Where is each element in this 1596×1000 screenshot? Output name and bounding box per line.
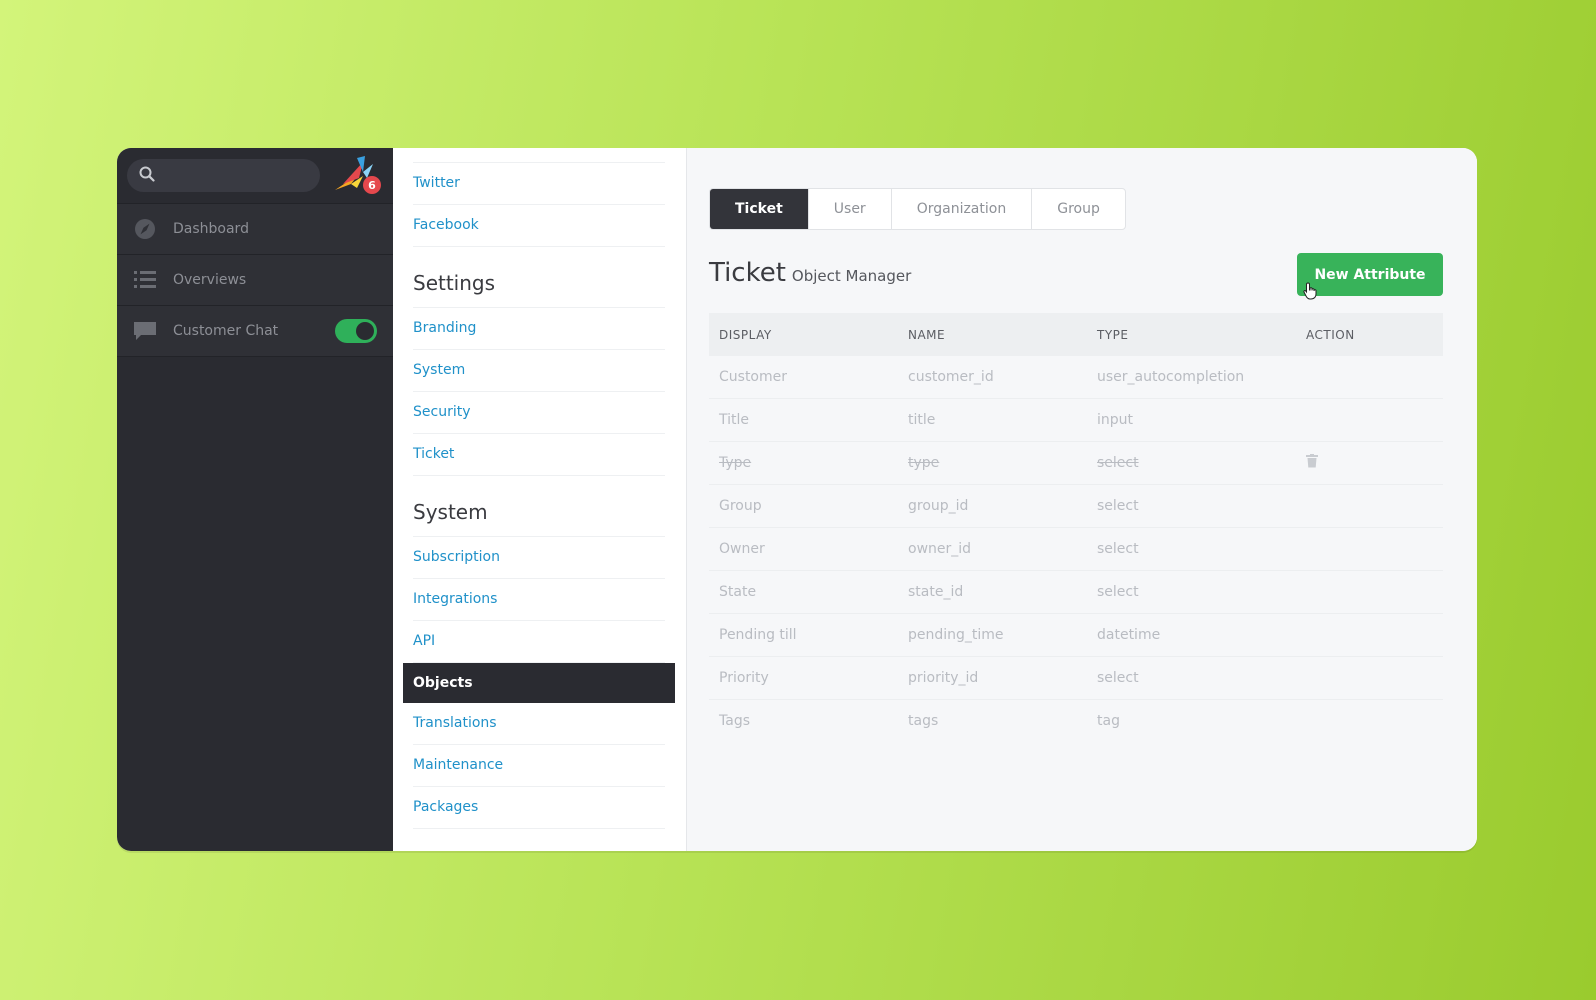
nav-item-overviews[interactable]: Overviews [117, 255, 393, 306]
settings-link-translations[interactable]: Translations [413, 703, 665, 745]
cell-display: Tags [719, 713, 750, 729]
tab-user[interactable]: User [807, 189, 891, 229]
cell-type: tag [1097, 713, 1120, 729]
table-row[interactable]: Title title input [709, 398, 1443, 442]
dashboard-icon [133, 217, 157, 241]
cell-display: State [709, 570, 898, 614]
cell-action [1296, 700, 1443, 743]
table-header-row: DISPLAY NAME TYPE ACTION [709, 313, 1443, 356]
table-row[interactable]: Type type select [709, 441, 1443, 485]
column-header-name[interactable]: NAME [898, 313, 1087, 356]
settings-link-ticket[interactable]: Ticket [413, 434, 665, 476]
cell-type: select [1087, 527, 1296, 571]
table-row[interactable]: Group group_id select [709, 484, 1443, 528]
settings-link-subscription[interactable]: Subscription [413, 537, 665, 579]
cell-type: select [1087, 441, 1296, 485]
cell-type: select [1087, 656, 1296, 700]
settings-link-security[interactable]: Security [413, 392, 665, 434]
settings-link-system[interactable]: System [413, 350, 665, 392]
table-row[interactable]: State state_id select [709, 570, 1443, 614]
search-input[interactable] [127, 159, 320, 192]
cell-action [1296, 570, 1443, 614]
table-row[interactable]: Customer customer_id user_autocompletion [709, 356, 1443, 399]
column-header-type[interactable]: TYPE [1087, 313, 1296, 356]
chat-icon [133, 319, 157, 343]
settings-link-api[interactable]: API [413, 621, 665, 663]
main-navigation: 6 Dashboard Overviews Customer Chat [117, 148, 393, 851]
settings-heading: Settings [413, 247, 665, 308]
column-header-action: ACTION [1306, 327, 1355, 342]
list-icon [133, 268, 157, 292]
search-icon [139, 166, 155, 186]
toggle-knob [356, 322, 374, 340]
settings-link-twitter[interactable]: Twitter [413, 163, 665, 205]
cell-name: type [898, 441, 1087, 485]
customer-chat-toggle[interactable] [335, 319, 377, 343]
trash-icon[interactable] [1306, 454, 1318, 472]
cell-display: Priority [709, 656, 898, 700]
tab-organization[interactable]: Organization [890, 189, 1032, 229]
settings-link-branding[interactable]: Branding [413, 308, 665, 350]
settings-link-facebook[interactable]: Facebook [413, 205, 665, 247]
cell-action [1296, 398, 1443, 442]
tab-ticket[interactable]: Ticket [710, 189, 808, 229]
page-title-main: Ticket [709, 258, 786, 288]
table-row[interactable]: Tags tags tag [709, 700, 1443, 743]
cell-name: title [898, 398, 1087, 442]
nav-item-customer-chat[interactable]: Customer Chat [117, 306, 393, 357]
app-window: 6 Dashboard Overviews Customer Chat Twit… [117, 148, 1477, 851]
cell-name: group_id [898, 484, 1087, 528]
cell-name: state_id [898, 570, 1087, 614]
cell-name: customer_id [898, 356, 1087, 399]
cell-action [1296, 613, 1443, 657]
cell-display: Type [709, 441, 898, 485]
main-content: Ticket User Organization Group Ticket Obj… [687, 148, 1477, 851]
cell-name: priority_id [898, 656, 1087, 700]
menu-divider [413, 148, 665, 163]
cell-action [1296, 484, 1443, 528]
cell-action [1296, 656, 1443, 700]
cell-display: Pending till [709, 613, 898, 657]
cell-name: pending_time [898, 613, 1087, 657]
cell-type: user_autocompletion [1087, 356, 1296, 399]
nav-item-dashboard[interactable]: Dashboard [117, 204, 393, 255]
nav-item-label: Dashboard [173, 221, 249, 237]
nav-item-label: Overviews [173, 272, 247, 288]
cell-action [1296, 356, 1443, 399]
settings-link-packages[interactable]: Packages [413, 787, 665, 829]
cell-action [1296, 441, 1443, 485]
cell-display: Customer [709, 356, 898, 399]
attributes-table: DISPLAY NAME TYPE ACTION Customer custom… [709, 313, 1443, 742]
settings-menu: Twitter Facebook Settings Branding Syste… [393, 148, 687, 851]
cell-name: tags [908, 713, 939, 729]
table-row[interactable]: Pending till pending_time datetime [709, 613, 1443, 657]
table-row[interactable]: Priority priority_id select [709, 656, 1443, 700]
page-title-sub: Object Manager [791, 267, 912, 285]
cell-name: owner_id [898, 527, 1087, 571]
notification-badge[interactable]: 6 [363, 176, 381, 194]
settings-link-integrations[interactable]: Integrations [413, 579, 665, 621]
hand-cursor-icon [1303, 282, 1319, 304]
cell-action [1296, 527, 1443, 571]
cell-type: select [1087, 570, 1296, 614]
cell-display: Owner [709, 527, 898, 571]
table-row[interactable]: Owner owner_id select [709, 527, 1443, 571]
settings-link-objects[interactable]: Objects [403, 663, 675, 703]
system-heading: System [413, 476, 665, 537]
cell-display: Group [709, 484, 898, 528]
cell-type: select [1087, 484, 1296, 528]
page-title: Ticket Object Manager [709, 258, 911, 288]
cell-type: input [1087, 398, 1296, 442]
cell-type: datetime [1087, 613, 1296, 657]
cell-display: Title [709, 398, 898, 442]
object-tabs: Ticket User Organization Group [709, 188, 1126, 230]
tab-group[interactable]: Group [1031, 189, 1125, 229]
settings-link-maintenance[interactable]: Maintenance [413, 745, 665, 787]
nav-item-label: Customer Chat [173, 323, 279, 339]
column-header-display[interactable]: DISPLAY [709, 313, 898, 356]
